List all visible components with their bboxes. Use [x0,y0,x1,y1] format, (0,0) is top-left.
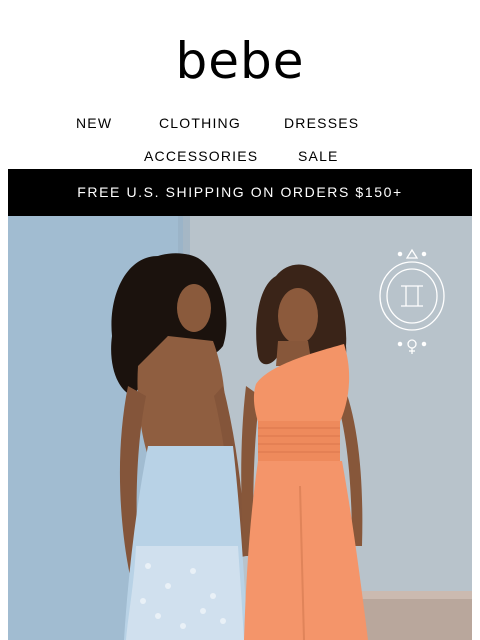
hero-image[interactable] [8,216,472,640]
free-shipping-banner[interactable]: FREE U.S. SHIPPING ON ORDERS $150+ [8,169,472,216]
nav-item-clothing[interactable]: CLOTHING [159,112,241,134]
nav-item-sale[interactable]: SALE [298,145,339,167]
nav-row-primary: NEW CLOTHING DRESSES [0,112,480,134]
nav-item-new[interactable]: NEW [76,112,112,134]
hero-photo [8,216,472,640]
nav-item-dresses[interactable]: DRESSES [284,112,359,134]
bebe-logo[interactable]: bebe [0,30,480,92]
nav-item-accessories[interactable]: ACCESSORIES [144,145,258,167]
nav-row-secondary: ACCESSORIES SALE [0,145,480,167]
